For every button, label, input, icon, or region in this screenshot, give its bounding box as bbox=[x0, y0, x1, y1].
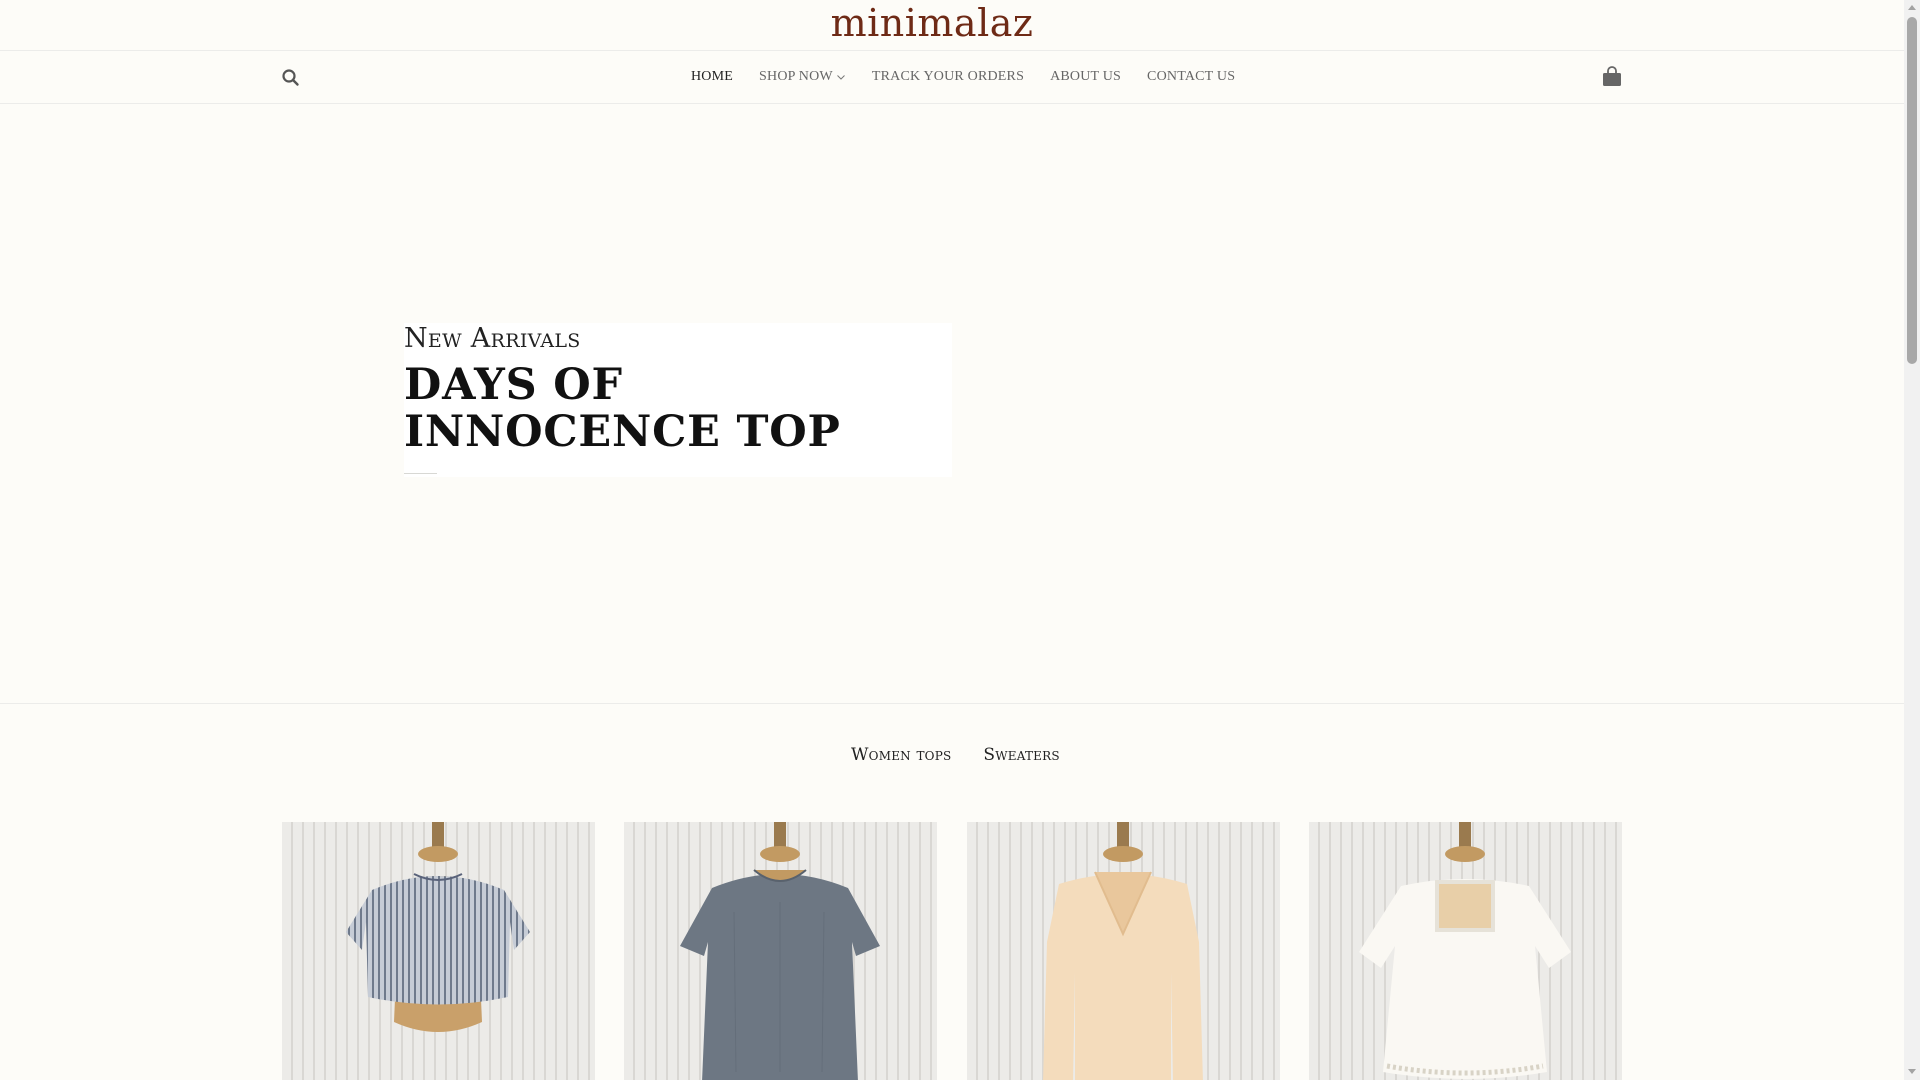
nav-item-about-us-label: ABOUT US bbox=[1050, 69, 1122, 84]
product-image-cream-knit bbox=[967, 822, 1280, 1080]
product-card[interactable] bbox=[967, 822, 1280, 1080]
hero-kicker: New Arrivals bbox=[404, 323, 581, 354]
nav-item-track-orders[interactable]: TRACK YOUR ORDERS bbox=[872, 69, 1024, 85]
scroll-down-arrow-icon[interactable] bbox=[1908, 1069, 1916, 1074]
product-card[interactable] bbox=[624, 822, 937, 1080]
nav-item-shop-now-label: SHOP NOW bbox=[759, 69, 833, 84]
nav-item-track-orders-label: TRACK YOUR ORDERS bbox=[871, 69, 1025, 84]
scrollbar-thumb[interactable] bbox=[1907, 17, 1917, 364]
nav-item-contact-us[interactable]: CONTACT US bbox=[1147, 69, 1235, 85]
tab-women-tops[interactable]: Women tops bbox=[851, 745, 951, 765]
product-image-striped-top bbox=[282, 822, 595, 1080]
product-image-white-blouse bbox=[1309, 822, 1622, 1080]
nav-item-shop-now[interactable]: SHOP NOW bbox=[759, 69, 846, 85]
chevron-down-icon bbox=[836, 75, 845, 80]
page-scrollbar[interactable] bbox=[1904, 0, 1920, 1080]
nav-item-home[interactable]: HOME bbox=[691, 69, 733, 85]
hero-title: DAYS OF INNOCENCE TOP bbox=[404, 360, 841, 457]
nav-item-about-us[interactable]: ABOUT US bbox=[1050, 69, 1121, 85]
logo-bar: minimalaz bbox=[0, 0, 1904, 51]
site-logo[interactable]: minimalaz bbox=[831, 1, 1034, 45]
main-nav-bar: HOME SHOP NOW TRACK YOUR ORDERS ABOUT US… bbox=[0, 51, 1904, 104]
product-image-grey-tee bbox=[624, 822, 937, 1080]
scroll-up-arrow-icon[interactable] bbox=[1908, 5, 1916, 10]
product-card[interactable] bbox=[282, 822, 595, 1080]
hero-banner: New Arrivals DAYS OF INNOCENCE TOP bbox=[0, 104, 1904, 704]
nav-item-contact-us-label: CONTACT US bbox=[1147, 69, 1236, 84]
nav-item-home-label: HOME bbox=[691, 69, 734, 84]
product-card[interactable] bbox=[1309, 822, 1622, 1080]
hero-divider bbox=[404, 473, 437, 474]
tab-sweaters[interactable]: Sweaters bbox=[983, 745, 1059, 765]
shopping-bag-icon[interactable] bbox=[1600, 65, 1624, 89]
